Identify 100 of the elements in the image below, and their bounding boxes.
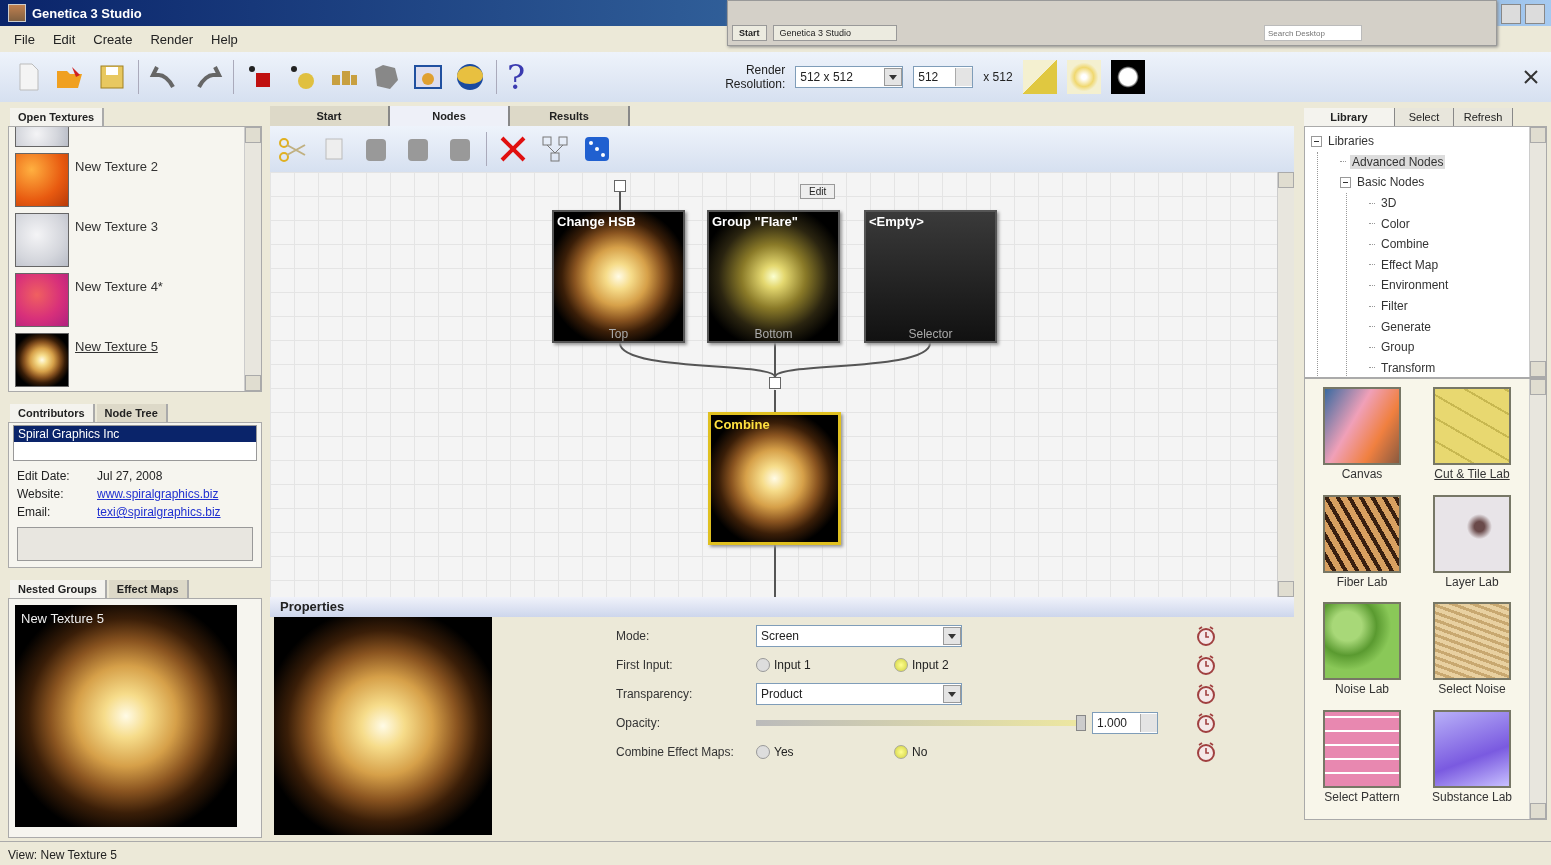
library-item-name[interactable]: Select Pattern <box>1324 789 1400 804</box>
tree-item[interactable]: Generate <box>1379 319 1434 334</box>
number-field[interactable]: 1.000 <box>1092 712 1158 734</box>
close-button[interactable] <box>1525 4 1545 24</box>
library-item-name[interactable]: Select Noise <box>1438 682 1506 696</box>
library-item-name[interactable]: Canvas <box>1341 467 1383 481</box>
scrollbar[interactable] <box>1529 379 1546 819</box>
tab[interactable]: Effect Maps <box>108 580 189 598</box>
texture-name[interactable]: New Texture 4* <box>75 279 163 327</box>
menu-item[interactable]: Edit <box>52 31 76 47</box>
tab[interactable]: Open Textures <box>10 108 105 126</box>
scrollbar[interactable] <box>1277 172 1294 597</box>
port-label: Top <box>607 327 630 341</box>
tree-item[interactable]: Combine <box>1379 237 1432 252</box>
tab[interactable]: Nested Groups <box>10 580 107 598</box>
node-card[interactable]: Change HSB Top <box>552 210 685 343</box>
dropdown-field[interactable]: Product <box>756 683 962 705</box>
texture-thumbnail[interactable] <box>1323 494 1401 573</box>
tree-item[interactable]: Basic Nodes <box>1355 175 1427 190</box>
alarm-clock-icon[interactable] <box>1196 625 1216 647</box>
tree-item[interactable]: Group <box>1379 340 1417 355</box>
texture-thumbnail[interactable] <box>1323 387 1401 465</box>
texture-name[interactable]: New Texture 3 <box>75 219 158 267</box>
library-item-name[interactable]: Fiber Lab <box>1336 574 1388 589</box>
menu-item[interactable]: Render <box>150 31 194 47</box>
alarm-clock-icon[interactable] <box>1196 741 1216 763</box>
library-item-name[interactable]: Substance Lab <box>1431 789 1513 804</box>
radio-button[interactable] <box>894 658 908 672</box>
edit-button[interactable]: Edit <box>800 184 836 199</box>
tree-item[interactable]: Filter <box>1379 299 1410 314</box>
texture-thumbnail[interactable] <box>1323 602 1401 680</box>
tab[interactable]: Contributors <box>10 404 95 422</box>
radio-button[interactable] <box>894 745 908 759</box>
texture-thumbnail[interactable] <box>1433 494 1511 573</box>
library-item-name[interactable]: Cut & Tile Lab <box>1434 467 1510 481</box>
search-field[interactable]: Search Desktop <box>1264 25 1362 41</box>
radio-button[interactable] <box>756 745 770 759</box>
tree-item[interactable]: Color <box>1379 216 1412 231</box>
sphere-icon[interactable] <box>454 61 486 93</box>
texture-thumbnail[interactable] <box>15 333 69 387</box>
texture-thumbnail[interactable] <box>1323 709 1401 788</box>
scrollbar[interactable] <box>1529 127 1546 377</box>
node-graph-icon[interactable] <box>539 133 571 165</box>
texture-name[interactable]: New Texture 5 <box>75 339 158 387</box>
tab[interactable]: Node Tree <box>96 404 168 422</box>
connector-pin[interactable] <box>614 180 626 192</box>
texture-thumbnail[interactable] <box>15 273 69 327</box>
start-button[interactable]: Start <box>732 25 767 41</box>
node-card[interactable]: <Empty> Selector <box>864 210 997 343</box>
alarm-clock-icon[interactable] <box>1196 712 1216 734</box>
help-icon[interactable]: ? <box>507 57 526 97</box>
tree-item[interactable]: 3D <box>1379 196 1399 211</box>
collapse-toggle-icon[interactable] <box>1340 177 1351 188</box>
tab[interactable]: Select <box>1395 108 1454 126</box>
texture-thumbnail[interactable] <box>1433 602 1511 680</box>
taskbar-item[interactable]: Genetica 3 Studio <box>772 25 897 41</box>
texture-thumbnail[interactable] <box>1433 709 1511 788</box>
slider-thumb[interactable] <box>1076 715 1086 731</box>
library-item-name[interactable]: Layer Lab <box>1445 574 1499 589</box>
restore-button[interactable] <box>1501 4 1521 24</box>
texture-thumbnail[interactable] <box>15 213 69 267</box>
tree-item[interactable]: Advanced Nodes <box>1350 154 1446 169</box>
resolution-dropdown[interactable]: 512 x 512 <box>795 66 904 88</box>
node-card[interactable]: Combine <box>708 412 841 545</box>
tree-item[interactable]: Libraries <box>1326 134 1377 149</box>
tab[interactable]: Library <box>1304 108 1395 126</box>
tree-item[interactable]: Effect Map <box>1379 257 1441 272</box>
tab[interactable]: Results <box>510 106 630 126</box>
tab[interactable]: Nodes <box>390 106 510 126</box>
menu-item[interactable]: File <box>14 31 35 47</box>
scrollbar[interactable] <box>244 127 261 391</box>
circle-swatch-icon[interactable] <box>1110 60 1145 94</box>
collapse-toggle-icon[interactable] <box>1311 135 1322 147</box>
gradient-swatch-icon[interactable] <box>1022 60 1057 94</box>
library-item-name[interactable]: Noise Lab <box>1334 682 1389 696</box>
texture-name[interactable]: New Texture 2 <box>75 159 158 207</box>
tab[interactable]: Refresh <box>1454 108 1513 126</box>
connector-pin[interactable] <box>769 377 781 389</box>
node-card[interactable]: Group "Flare" Bottom <box>707 210 840 343</box>
texture-thumbnail[interactable] <box>15 153 69 207</box>
texture-thumbnail[interactable] <box>1433 387 1511 465</box>
menu-item[interactable]: Create <box>93 31 133 47</box>
notes-field[interactable] <box>17 527 253 561</box>
tree-item[interactable]: Transform <box>1379 360 1438 375</box>
texture-thumbnail[interactable] <box>15 127 69 147</box>
width-field[interactable]: 512 <box>913 66 974 88</box>
alarm-clock-icon[interactable] <box>1196 654 1216 676</box>
menu-item[interactable]: Help <box>211 31 238 47</box>
radio-button[interactable] <box>756 658 770 672</box>
node-canvas[interactable]: Edit Change HSB Top Group "Flare" Bottom <Empty> Selector Combine <box>270 172 1294 597</box>
dropdown-field[interactable]: Screen <box>756 625 962 647</box>
link[interactable]: www.spiralgraphics.biz <box>97 487 219 501</box>
tab[interactable]: Start <box>270 106 390 126</box>
link[interactable]: texi@spiralgraphics.biz <box>97 505 221 519</box>
list-item[interactable]: Spiral Graphics Inc <box>14 426 256 442</box>
node-title: Change HSB <box>556 213 637 231</box>
tree-item[interactable]: Environment <box>1379 278 1451 293</box>
alarm-clock-icon[interactable] <box>1196 683 1216 705</box>
light-swatch-icon[interactable] <box>1066 60 1101 94</box>
close-icon[interactable] <box>1523 69 1539 85</box>
